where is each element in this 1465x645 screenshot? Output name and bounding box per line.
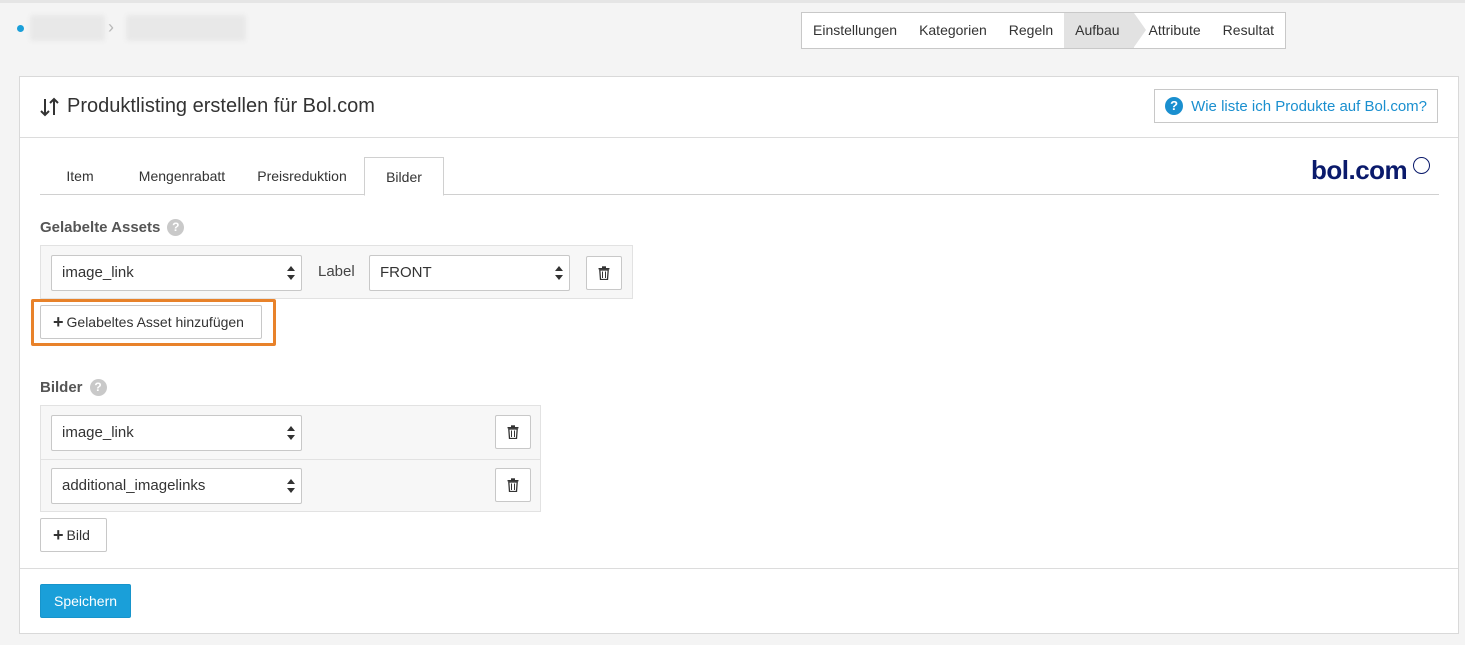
trash-icon: [598, 266, 610, 280]
select-updown-icon: [287, 266, 295, 280]
images-label: Bilder: [40, 379, 83, 396]
step-regeln[interactable]: Regeln: [998, 13, 1064, 48]
page-title-text: Produktlisting erstellen für Bol.com: [67, 95, 375, 117]
breadcrumb-chevron-icon: ›: [108, 17, 114, 37]
labeled-assets-list: image_link Label FRONT: [40, 245, 633, 299]
tab-item[interactable]: Item: [40, 157, 120, 195]
delete-image-button[interactable]: [495, 468, 531, 502]
trash-icon: [507, 478, 519, 492]
tab-bilder[interactable]: Bilder: [364, 157, 444, 196]
delete-image-button[interactable]: [495, 415, 531, 449]
image-field-select[interactable]: image_link: [51, 415, 302, 451]
bol-logo: bol.com: [1311, 155, 1408, 185]
add-image-label: Bild: [66, 527, 90, 543]
select-updown-icon: [555, 266, 563, 280]
row-divider: [41, 459, 540, 460]
bol-smile-icon: [1413, 157, 1430, 174]
plus-icon: +: [53, 525, 64, 545]
trash-icon: [507, 425, 519, 439]
labeled-asset-label-select[interactable]: FRONT: [369, 255, 570, 291]
select-updown-icon: [287, 479, 295, 493]
top-bar: › Einstellungen Kategorien Regeln Aufbau…: [0, 0, 1465, 56]
step-resultat[interactable]: Resultat: [1212, 13, 1285, 48]
images-heading: Bilder ?: [40, 379, 107, 396]
labeled-asset-field-value: image_link: [62, 264, 134, 281]
question-circle-icon: ?: [1165, 97, 1184, 115]
help-link-button[interactable]: ? Wie liste ich Produkte auf Bol.com?: [1154, 89, 1438, 123]
sort-arrows-icon: [40, 97, 59, 116]
help-link-text: Wie liste ich Produkte auf Bol.com?: [1191, 97, 1427, 115]
tab-bar: Item Mengenrabatt Preisreduktion Bilder: [40, 157, 1439, 196]
image-field-value: image_link: [62, 424, 134, 441]
labeled-asset-label-value: FRONT: [380, 264, 432, 281]
listing-panel: Produktlisting erstellen für Bol.com ? W…: [19, 76, 1459, 634]
wizard-steps: Einstellungen Kategorien Regeln Aufbau A…: [801, 12, 1287, 49]
image-field-value: additional_imagelinks: [62, 477, 206, 494]
step-kategorien[interactable]: Kategorien: [908, 13, 998, 48]
label-caption: Label: [318, 263, 355, 280]
help-question-icon[interactable]: ?: [89, 379, 107, 396]
image-field-select[interactable]: additional_imagelinks: [51, 468, 302, 504]
breadcrumb-item-blurred[interactable]: [30, 15, 105, 41]
help-question-icon[interactable]: ?: [167, 219, 185, 236]
breadcrumb-item-blurred[interactable]: [126, 15, 246, 41]
save-button[interactable]: Speichern: [40, 584, 132, 618]
footer-divider: [20, 568, 1458, 569]
delete-labeled-asset-button[interactable]: [586, 256, 622, 290]
tab-mengenrabatt[interactable]: Mengenrabatt: [130, 157, 234, 195]
highlight-annotation: [31, 299, 276, 346]
step-einstellungen[interactable]: Einstellungen: [802, 13, 908, 48]
tab-preisreduktion[interactable]: Preisreduktion: [245, 157, 359, 195]
labeled-asset-field-select[interactable]: image_link: [51, 255, 302, 291]
panel-header: Produktlisting erstellen für Bol.com ? W…: [20, 77, 1458, 138]
add-image-button[interactable]: + Bild: [40, 518, 107, 552]
select-updown-icon: [287, 426, 295, 440]
page-title: Produktlisting erstellen für Bol.com: [39, 95, 375, 118]
labeled-assets-heading: Gelabelte Assets ?: [40, 219, 185, 236]
images-list: image_link additional_imagelinks: [40, 405, 541, 512]
step-aufbau[interactable]: Aufbau: [1064, 13, 1146, 48]
breadcrumb-dot-icon: [17, 25, 24, 32]
labeled-assets-label: Gelabelte Assets: [40, 219, 161, 236]
